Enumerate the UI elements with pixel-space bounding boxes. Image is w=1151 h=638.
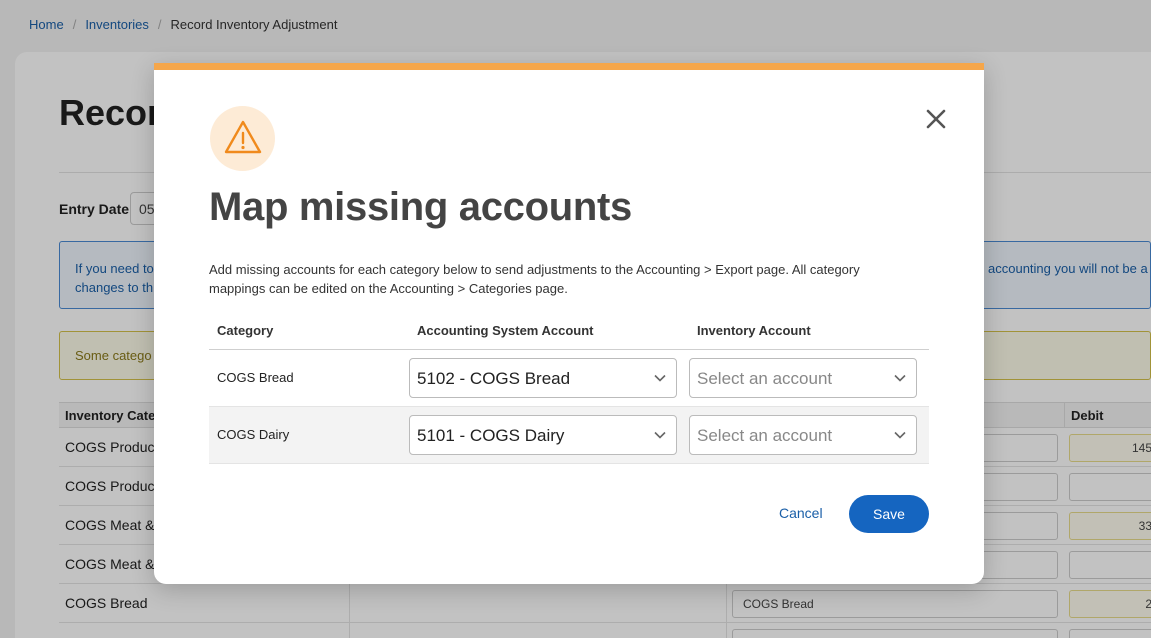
modal-description: Add missing accounts for each category b… [209, 262, 860, 296]
inventory-account-select[interactable]: Select an account [689, 415, 917, 455]
mapping-row: COGS Dairy 5101 - COGS Dairy Select an a… [209, 407, 929, 464]
mapping-table-header: Category Accounting System Account Inven… [209, 318, 929, 350]
close-button[interactable] [922, 105, 950, 133]
warning-icon-circle [210, 106, 275, 171]
mapping-table: Category Accounting System Account Inven… [209, 318, 929, 464]
mapping-row-category: COGS Bread [217, 370, 294, 385]
modal-title: Map missing accounts [209, 185, 632, 229]
mapping-row-category: COGS Dairy [217, 427, 290, 442]
close-icon [926, 109, 946, 129]
modal-accent-bar [154, 63, 984, 70]
accounting-account-value: 5101 - COGS Dairy [417, 426, 565, 445]
inventory-account-placeholder: Select an account [697, 369, 833, 388]
inventory-account-select[interactable]: Select an account [689, 358, 917, 398]
chevron-down-icon [654, 431, 666, 439]
inventory-account-placeholder: Select an account [697, 426, 833, 445]
chevron-down-icon [654, 374, 666, 382]
save-button[interactable]: Save [849, 495, 929, 533]
map-accounts-modal: Map missing accounts Add missing account… [154, 63, 984, 584]
column-header-accounting-account: Accounting System Account [417, 323, 594, 338]
warning-icon [224, 120, 262, 154]
accounting-account-value: 5102 - COGS Bread [417, 369, 571, 388]
mapping-row: COGS Bread 5102 - COGS Bread Select an a… [209, 350, 929, 407]
accounting-account-select[interactable]: 5102 - COGS Bread [409, 358, 677, 398]
accounting-account-select[interactable]: 5101 - COGS Dairy [409, 415, 677, 455]
column-header-category: Category [217, 323, 274, 338]
column-header-inventory-account: Inventory Account [697, 323, 811, 338]
chevron-down-icon [894, 374, 906, 382]
cancel-button[interactable]: Cancel [779, 505, 823, 521]
chevron-down-icon [894, 431, 906, 439]
